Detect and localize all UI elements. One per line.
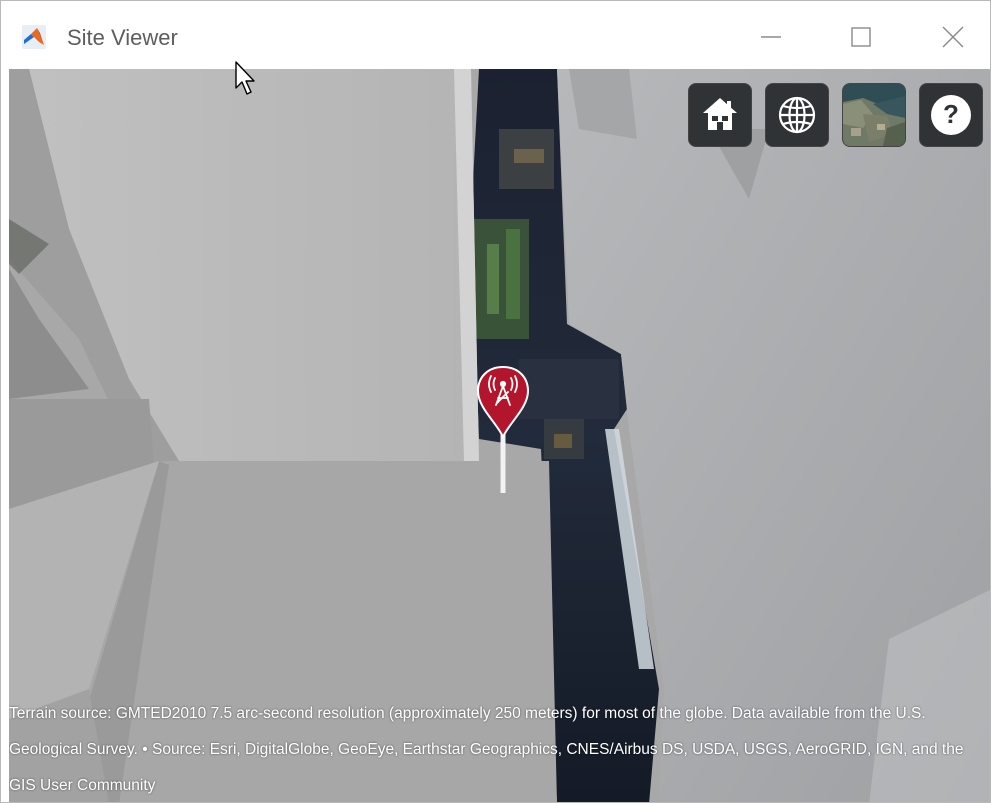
help-button[interactable]: ? xyxy=(919,83,983,147)
title-bar[interactable]: Site Viewer xyxy=(1,1,990,69)
svg-text:?: ? xyxy=(943,99,959,129)
base-layer-button[interactable] xyxy=(842,83,906,147)
maximize-button[interactable] xyxy=(841,19,881,55)
map-viewport[interactable]: ? Terrain source: GMTED2010 7.5 arc-seco… xyxy=(9,69,990,802)
home-button[interactable] xyxy=(688,83,752,147)
map-attribution: Terrain source: GMTED2010 7.5 arc-second… xyxy=(9,705,964,794)
close-button[interactable] xyxy=(933,19,973,55)
transmitter-site-marker[interactable] xyxy=(475,365,531,495)
minimize-button[interactable] xyxy=(751,19,791,55)
minimize-icon xyxy=(761,36,781,38)
satellite-imagery-icon xyxy=(843,84,905,146)
scene-mode-button[interactable] xyxy=(765,83,829,147)
map-toolbar: ? xyxy=(688,83,983,147)
maximize-icon xyxy=(851,27,871,47)
question-mark-icon: ? xyxy=(931,95,971,135)
globe-icon xyxy=(778,96,816,134)
close-icon xyxy=(942,26,964,48)
window-title: Site Viewer xyxy=(67,25,178,50)
matlab-icon xyxy=(22,25,46,49)
home-icon xyxy=(703,98,737,130)
site-viewer-window: Site Viewer ? Terrain source: GMTED2010 … xyxy=(0,0,991,803)
